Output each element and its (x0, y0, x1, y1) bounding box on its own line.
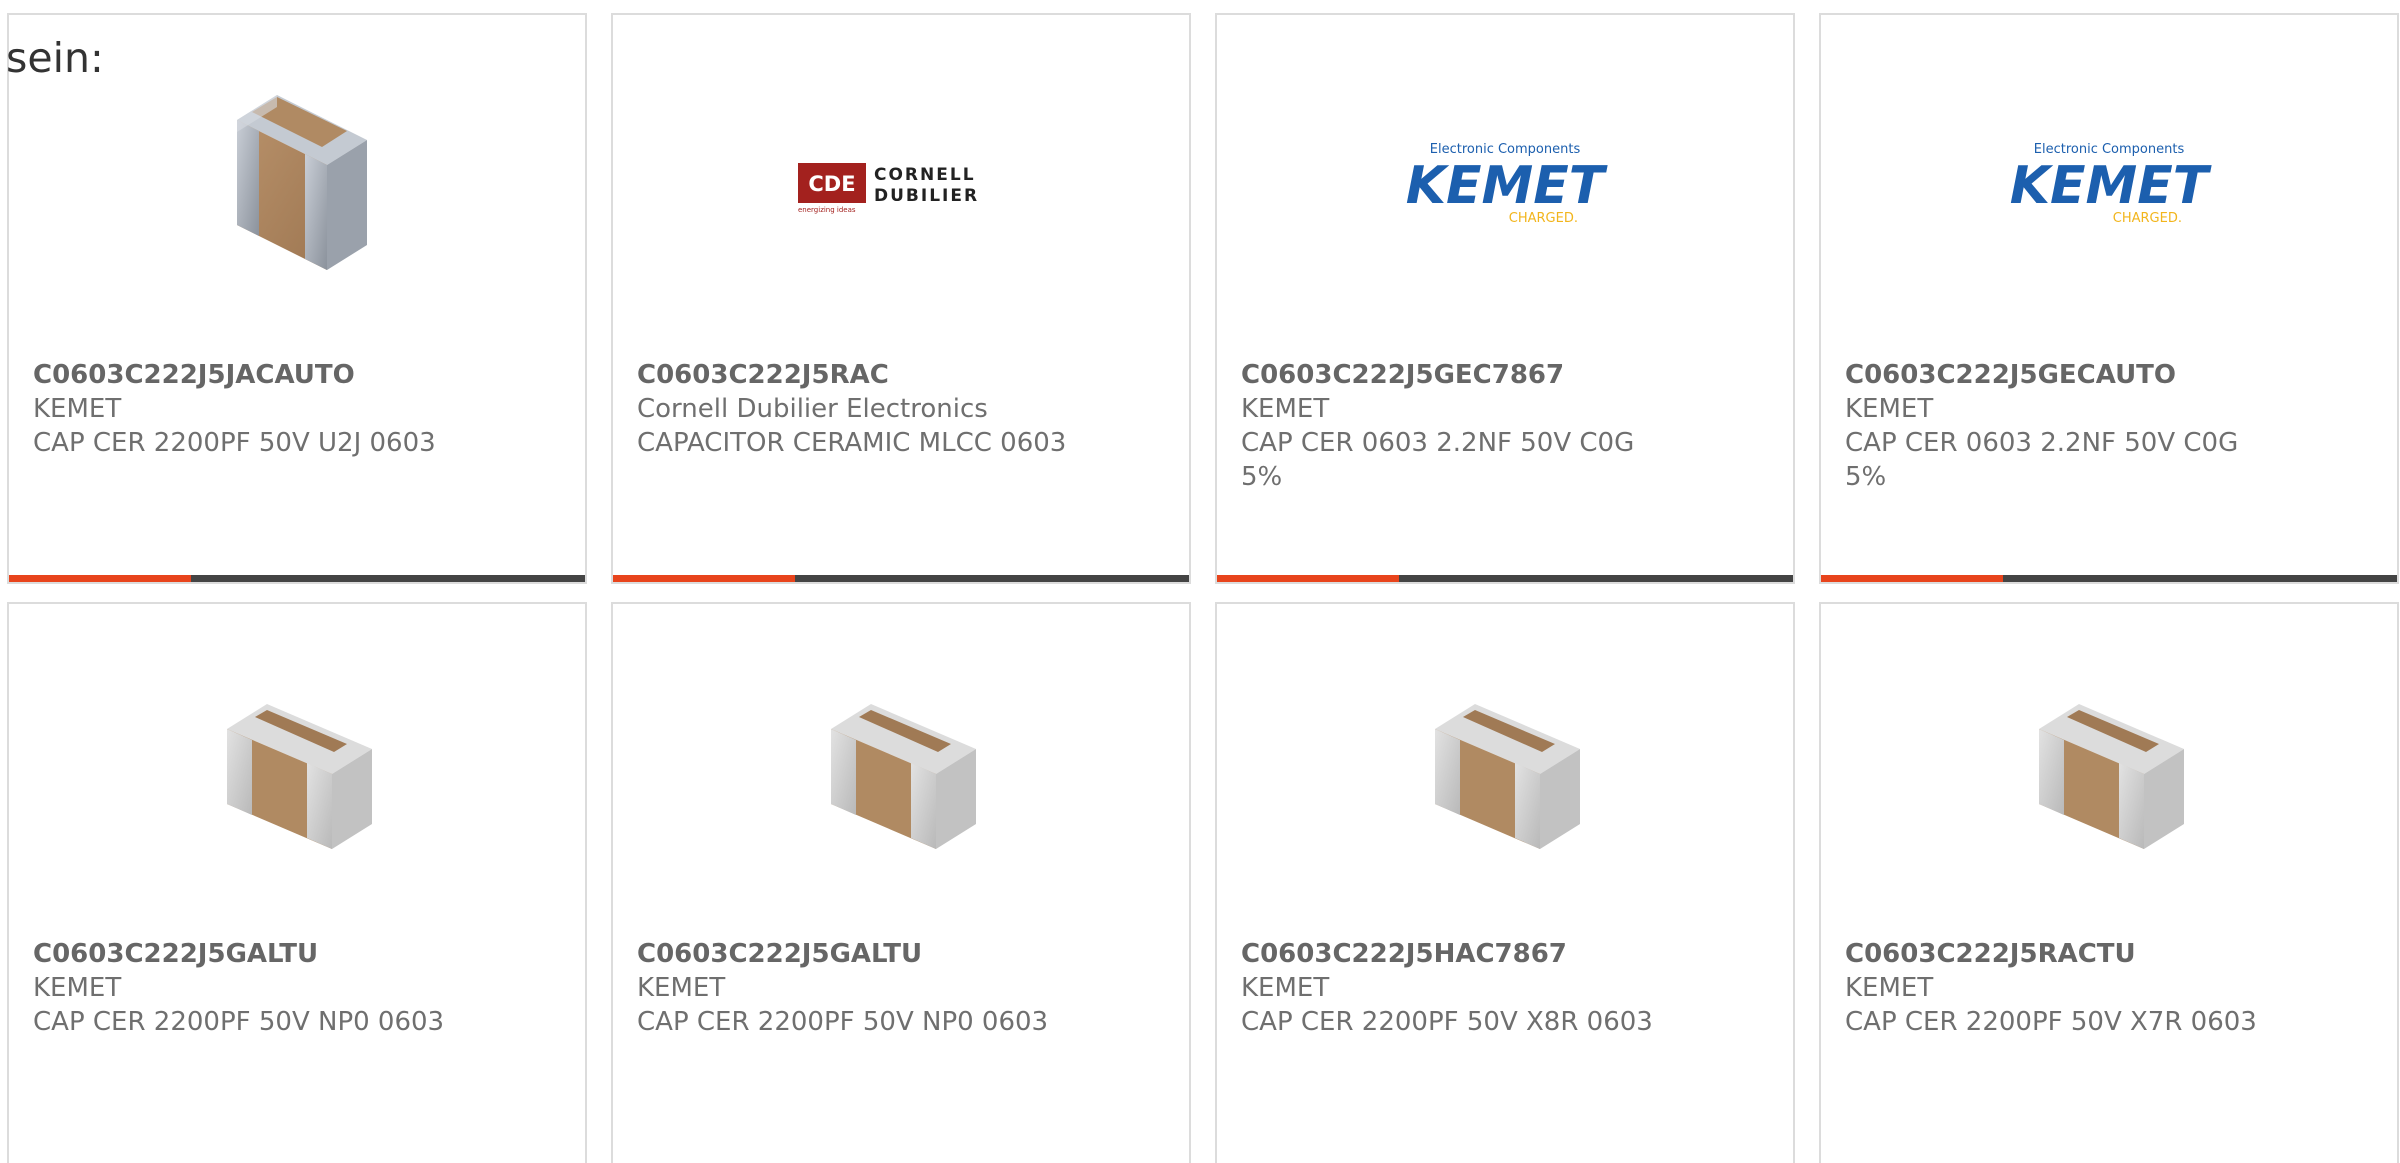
svg-text:KEMET: KEMET (1406, 156, 1608, 216)
manufacturer: KEMET (1241, 394, 1330, 424)
product-image[interactable]: Electronic Components KEMET CHARGED. (1217, 85, 1793, 285)
card-bottom-bar (9, 575, 585, 582)
svg-text:energizing ideas: energizing ideas (798, 206, 856, 214)
manufacturer: KEMET (637, 973, 726, 1003)
part-number[interactable]: C0603C222J5GALTU (33, 937, 561, 971)
product-image[interactable]: Electronic Components KEMET CHARGED. (1821, 85, 2397, 285)
svg-text:CHARGED.: CHARGED. (1509, 211, 1578, 226)
svg-text:Electronic Components: Electronic Components (2034, 142, 2185, 157)
card-bottom-bar (613, 575, 1189, 582)
svg-text:KEMET: KEMET (2010, 156, 2212, 216)
svg-text:CDE: CDE (808, 172, 855, 196)
product-grid-page: sein: C0603C222J5JACAUTO KEMET CAP CER 2… (0, 0, 2400, 1163)
product-card[interactable]: CDE energizing ideas CORNELL DUBILIER C0… (611, 13, 1191, 584)
description: CAP CER 2200PF 50V X7R 0603 (1845, 1007, 2257, 1037)
capacitor-chip-icon (801, 674, 1001, 874)
product-image[interactable] (1217, 674, 1793, 874)
description: CAP CER 2200PF 50V X8R 0603 (1241, 1007, 1653, 1037)
product-image[interactable]: CDE energizing ideas CORNELL DUBILIER (613, 85, 1189, 285)
card-accent-bar (1217, 575, 1399, 582)
part-number[interactable]: C0603C222J5GEC7867 (1241, 358, 1769, 392)
manufacturer: KEMET (33, 394, 122, 424)
manufacturer: KEMET (1845, 394, 1934, 424)
manufacturer: KEMET (1241, 973, 1330, 1003)
svg-text:Electronic Components: Electronic Components (1430, 142, 1581, 157)
product-info: C0603C222J5RACTU KEMET CAP CER 2200PF 50… (1845, 937, 2373, 1039)
card-accent-bar (613, 575, 795, 582)
card-bottom-bar (1217, 575, 1793, 582)
card-accent-bar (1821, 575, 2003, 582)
description: CAP CER 2200PF 50V NP0 0603 (637, 1007, 1049, 1037)
capacitor-chip-icon (197, 85, 397, 285)
kemet-logo: Electronic Components KEMET CHARGED. (2010, 142, 2212, 226)
product-image[interactable] (1821, 674, 2397, 874)
manufacturer: KEMET (33, 973, 122, 1003)
kemet-logo: Electronic Components KEMET CHARGED. (1406, 142, 1608, 226)
capacitor-chip-icon (2009, 674, 2209, 874)
product-grid: C0603C222J5JACAUTO KEMET CAP CER 2200PF … (7, 13, 2399, 1163)
capacitor-chip-icon (1405, 674, 1605, 874)
description: CAP CER 2200PF 50V U2J 0603 (33, 428, 436, 458)
card-accent-bar (9, 575, 191, 582)
product-card[interactable]: C0603C222J5HAC7867 KEMET CAP CER 2200PF … (1215, 602, 1795, 1163)
manufacturer: KEMET (1845, 973, 1934, 1003)
part-number[interactable]: C0603C222J5RAC (637, 358, 1165, 392)
part-number[interactable]: C0603C222J5HAC7867 (1241, 937, 1769, 971)
product-info: C0603C222J5HAC7867 KEMET CAP CER 2200PF … (1241, 937, 1769, 1039)
product-info: C0603C222J5GEC7867 KEMET CAP CER 0603 2.… (1241, 358, 1769, 494)
product-info: C0603C222J5RAC Cornell Dubilier Electron… (637, 358, 1165, 460)
description: CAP CER 0603 2.2NF 50V C0G 5% (1241, 428, 1635, 492)
product-card[interactable]: C0603C222J5JACAUTO KEMET CAP CER 2200PF … (7, 13, 587, 584)
intro-text: sein: (6, 34, 104, 82)
product-card[interactable]: C0603C222J5GALTU KEMET CAP CER 2200PF 50… (7, 602, 587, 1163)
product-card[interactable]: Electronic Components KEMET CHARGED. C06… (1819, 13, 2399, 584)
product-info: C0603C222J5GALTU KEMET CAP CER 2200PF 50… (33, 937, 561, 1039)
part-number[interactable]: C0603C222J5RACTU (1845, 937, 2373, 971)
manufacturer: Cornell Dubilier Electronics (637, 394, 988, 424)
product-card[interactable]: C0603C222J5RACTU KEMET CAP CER 2200PF 50… (1819, 602, 2399, 1163)
product-info: C0603C222J5GALTU KEMET CAP CER 2200PF 50… (637, 937, 1165, 1039)
product-image[interactable] (9, 85, 585, 285)
description: CAP CER 2200PF 50V NP0 0603 (33, 1007, 445, 1037)
product-info: C0603C222J5JACAUTO KEMET CAP CER 2200PF … (33, 358, 561, 460)
product-info: C0603C222J5GECAUTO KEMET CAP CER 0603 2.… (1845, 358, 2373, 494)
capacitor-chip-icon (197, 674, 397, 874)
product-card[interactable]: Electronic Components KEMET CHARGED. C06… (1215, 13, 1795, 584)
description: CAP CER 0603 2.2NF 50V C0G 5% (1845, 428, 2239, 492)
product-card[interactable]: C0603C222J5GALTU KEMET CAP CER 2200PF 50… (611, 602, 1191, 1163)
svg-text:CHARGED.: CHARGED. (2113, 211, 2182, 226)
product-image[interactable] (9, 674, 585, 874)
cornell-dubilier-logo: CDE energizing ideas CORNELL DUBILIER (798, 163, 979, 214)
description: CAPACITOR CERAMIC MLCC 0603 (637, 428, 1067, 458)
svg-text:CORNELL: CORNELL (874, 165, 976, 185)
card-bottom-bar (1821, 575, 2397, 582)
product-image[interactable] (613, 674, 1189, 874)
part-number[interactable]: C0603C222J5GALTU (637, 937, 1165, 971)
part-number[interactable]: C0603C222J5JACAUTO (33, 358, 561, 392)
svg-text:DUBILIER: DUBILIER (874, 186, 979, 206)
part-number[interactable]: C0603C222J5GECAUTO (1845, 358, 2373, 392)
